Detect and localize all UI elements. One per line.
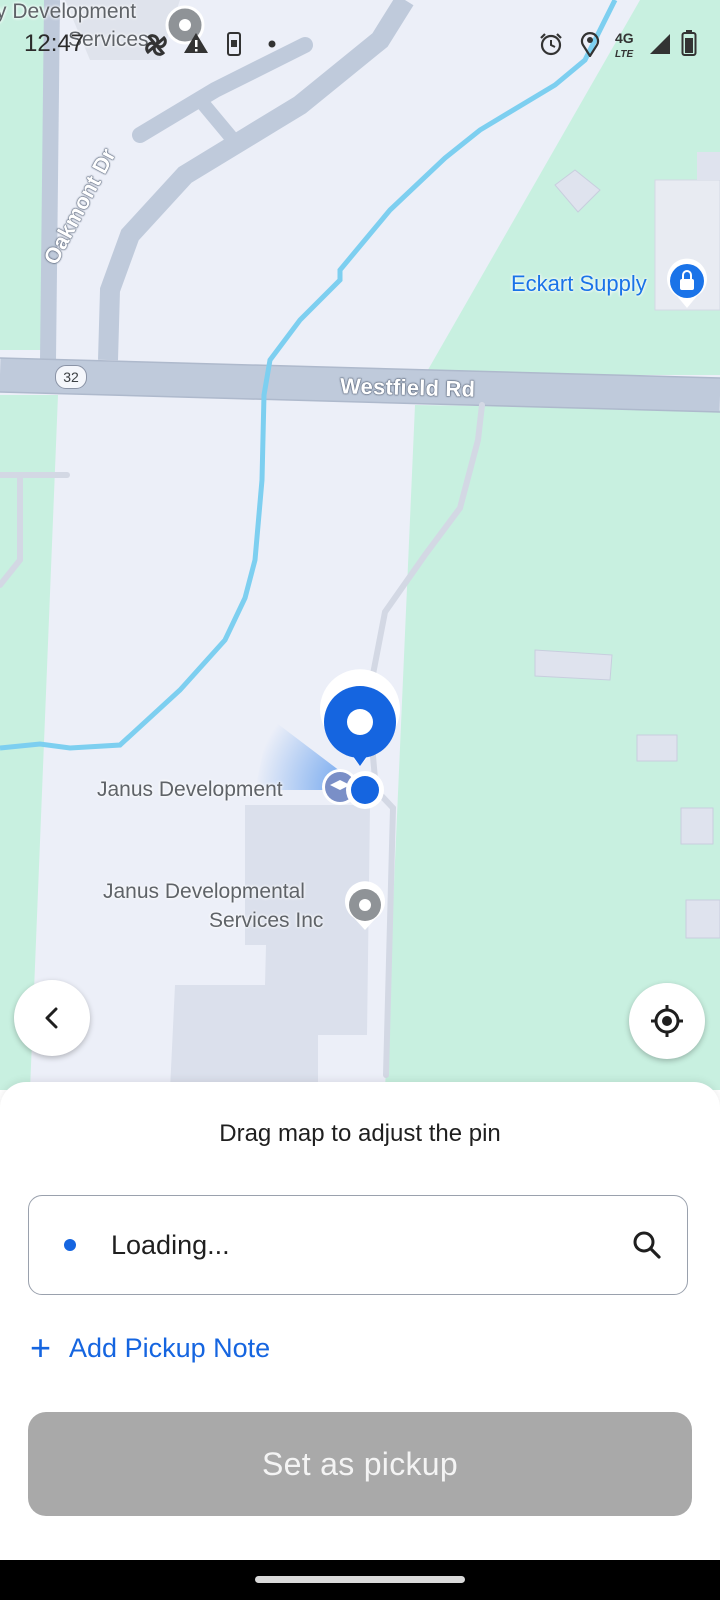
pickup-dot-icon: [64, 1239, 76, 1251]
bottom-sheet: Drag map to adjust the pin Loading... + …: [0, 1082, 720, 1560]
map-view[interactable]: y Development Services Eckart Supply Jan…: [0, 0, 720, 1090]
chevron-left-icon: [45, 1007, 58, 1029]
recenter-button[interactable]: [629, 983, 705, 1059]
drag-hint: Drag map to adjust the pin: [219, 1120, 501, 1147]
network-label: 4G: [615, 30, 634, 46]
fan-icon: [145, 34, 167, 56]
system-nav-bar: [0, 1560, 720, 1600]
poi-label-janus-services-2[interactable]: Services Inc: [209, 909, 323, 933]
pickup-search-value[interactable]: Loading...: [111, 1230, 230, 1261]
route-shield: 32: [55, 365, 87, 389]
add-pickup-note-button[interactable]: + Add Pickup Note: [30, 1330, 270, 1366]
battery-icon: [681, 30, 697, 56]
road-label-westfield: Westfield Rd: [339, 373, 476, 402]
network-sub-label: LTE: [615, 49, 634, 60]
pickup-pin-icon: [320, 669, 401, 766]
poi-label-eckart-supply[interactable]: Eckart Supply: [511, 271, 647, 297]
back-button[interactable]: [14, 980, 90, 1056]
phone-icon: [227, 32, 241, 56]
alarm-icon: [540, 33, 562, 56]
lte-icon: 4G LTE: [615, 31, 634, 62]
signal-icon: [650, 34, 670, 54]
status-time: 12:47: [24, 30, 85, 57]
status-bar: 12:47 4G LTE: [0, 0, 720, 90]
home-handle[interactable]: [255, 1576, 465, 1583]
poi-label-janus-development[interactable]: Janus Development: [97, 778, 283, 802]
warning-icon: [184, 33, 208, 53]
poi-label-janus-services[interactable]: Janus Developmental: [103, 880, 305, 904]
add-pickup-note-label: Add Pickup Note: [69, 1332, 271, 1363]
location-icon: [580, 32, 600, 57]
plus-icon: +: [30, 1327, 52, 1368]
current-location-icon: [346, 771, 384, 809]
dot-icon: [268, 40, 276, 48]
crosshair-icon: [651, 1005, 683, 1037]
set-as-pickup-button[interactable]: Set as pickup: [28, 1412, 692, 1516]
search-icon[interactable]: [631, 1229, 663, 1261]
pickup-search-field[interactable]: Loading...: [28, 1195, 688, 1295]
